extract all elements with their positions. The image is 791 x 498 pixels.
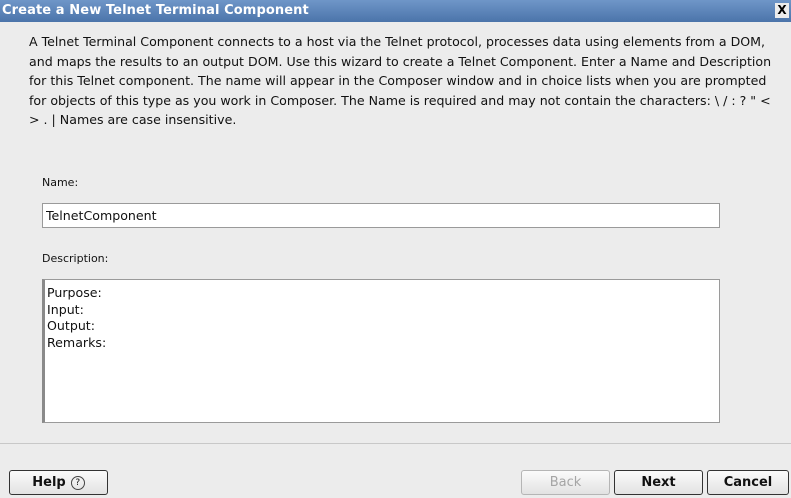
- description-line: Input:: [47, 301, 84, 317]
- cancel-button[interactable]: Cancel: [707, 470, 789, 495]
- window-title: Create a New Telnet Terminal Component: [2, 3, 309, 18]
- help-button[interactable]: Help ?: [9, 470, 108, 495]
- close-button[interactable]: X: [775, 3, 789, 18]
- description-line: Remarks:: [47, 334, 107, 350]
- back-button[interactable]: Back: [521, 470, 610, 495]
- name-input[interactable]: [42, 203, 720, 228]
- intro-text: A Telnet Terminal Component connects to …: [29, 34, 772, 128]
- help-button-label: Help: [32, 475, 66, 490]
- description-textarea[interactable]: Purpose: Input: Output: Remarks:: [42, 279, 720, 423]
- description-line: Purpose:: [47, 285, 102, 300]
- name-label: Name:: [42, 176, 79, 189]
- next-button[interactable]: Next: [614, 470, 703, 495]
- description-label: Description:: [42, 252, 109, 265]
- description-line: Output:: [47, 318, 95, 333]
- title-bar: Create a New Telnet Terminal Component X: [0, 0, 791, 22]
- help-icon: ?: [70, 475, 85, 490]
- divider: [0, 443, 791, 444]
